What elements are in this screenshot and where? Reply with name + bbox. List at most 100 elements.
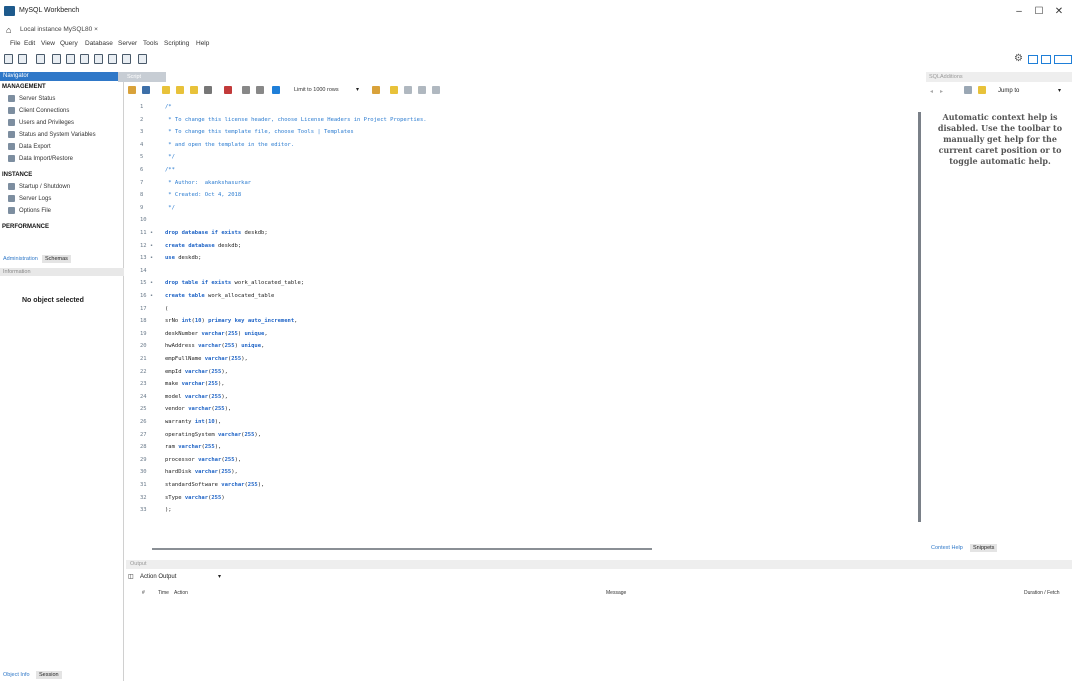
code-line[interactable]: ); — [165, 507, 172, 513]
maximize-button[interactable]: ☐ — [1032, 6, 1046, 18]
code-line[interactable]: warranty int(10), — [165, 419, 221, 425]
code-line[interactable]: hwAddress varchar(255) unique, — [165, 343, 264, 349]
code-line[interactable]: drop table if exists work_allocated_tabl… — [165, 280, 304, 286]
commit-icon[interactable] — [242, 86, 250, 94]
code-line[interactable]: standardSoftware varchar(255), — [165, 482, 264, 488]
code-line[interactable]: model varchar(255), — [165, 394, 228, 400]
gear-icon[interactable]: ⚙ — [1014, 53, 1023, 64]
forward-arrow-icon[interactable]: ▸ — [940, 88, 943, 95]
menu-scripting[interactable]: Scripting — [164, 40, 189, 47]
home-icon[interactable]: ⌂ — [6, 25, 11, 35]
rollback-icon[interactable] — [256, 86, 264, 94]
column-duration[interactable]: Duration / Fetch — [1024, 590, 1060, 596]
minimize-button[interactable]: – — [1012, 6, 1026, 18]
close-button[interactable]: ✕ — [1052, 6, 1066, 18]
column-time[interactable]: Time — [158, 590, 169, 596]
code-line[interactable]: empFullName varchar(255), — [165, 356, 248, 362]
menu-tools[interactable]: Tools — [143, 40, 158, 47]
code-line[interactable]: * Author: akankshasurkar — [165, 180, 251, 186]
wrap-lines-icon[interactable] — [432, 86, 440, 94]
inspect-icon[interactable] — [36, 54, 45, 64]
new-sql-tab-icon[interactable] — [4, 54, 13, 64]
menu-edit[interactable]: Edit — [24, 40, 35, 47]
code-line[interactable]: processor varchar(255), — [165, 457, 241, 463]
explain-icon[interactable] — [190, 86, 198, 94]
code-line[interactable]: create table work_allocated_table — [165, 293, 274, 299]
nav-item-options-file[interactable]: Options File — [8, 207, 51, 214]
menu-file[interactable]: File — [10, 40, 20, 47]
save-icon[interactable] — [142, 86, 150, 94]
create-view-icon[interactable] — [80, 54, 89, 64]
auto-help-icon[interactable] — [978, 86, 986, 94]
find-icon[interactable] — [390, 86, 398, 94]
code-line[interactable]: /* — [165, 104, 172, 110]
limit-dropdown-icon[interactable]: ▾ — [356, 86, 359, 93]
code-line[interactable]: sType varchar(255) — [165, 495, 225, 501]
toggle-output-icon[interactable] — [1041, 55, 1051, 64]
menu-query[interactable]: Query — [60, 40, 78, 47]
code-line[interactable]: deskNumber varchar(255) unique, — [165, 331, 268, 337]
nav-item-data-export[interactable]: Data Export — [8, 143, 51, 150]
code-line[interactable]: use deskdb; — [165, 255, 201, 261]
code-line[interactable]: hardDisk varchar(255), — [165, 469, 238, 475]
toggle-continue-on-error-icon[interactable] — [224, 86, 232, 94]
code-line[interactable]: * and open the template in the editor. — [165, 142, 294, 148]
nav-item-status-variables[interactable]: Status and System Variables — [8, 131, 96, 138]
jump-to-dropdown-icon[interactable]: ▾ — [1058, 87, 1061, 94]
column-message[interactable]: Message — [606, 590, 626, 596]
code-line[interactable]: srNo int(10) primary key auto_increment, — [165, 318, 297, 324]
horizontal-scrollbar[interactable] — [152, 548, 652, 550]
code-line[interactable]: * Created: Oct 4, 2018 — [165, 192, 241, 198]
code-line[interactable]: make varchar(255), — [165, 381, 225, 387]
code-line[interactable]: ram varchar(255), — [165, 444, 221, 450]
create-function-icon[interactable] — [108, 54, 117, 64]
menu-view[interactable]: View — [41, 40, 55, 47]
code-line[interactable]: vendor varchar(255), — [165, 406, 231, 412]
code-line[interactable]: operatingSystem varchar(255), — [165, 432, 261, 438]
code-line[interactable]: /** — [165, 167, 175, 173]
code-line[interactable]: empId varchar(255), — [165, 369, 228, 375]
tab-administration[interactable]: Administration — [0, 255, 41, 263]
limit-rows-select[interactable]: Limit to 1000 rows — [294, 87, 339, 93]
menu-help[interactable]: Help — [196, 40, 209, 47]
output-dropdown-icon[interactable]: ▾ — [218, 573, 221, 580]
action-output-select[interactable]: Action Output — [140, 574, 176, 580]
execute-statement-icon[interactable] — [176, 86, 184, 94]
code-line[interactable]: */ — [165, 154, 175, 160]
menu-server[interactable]: Server — [118, 40, 137, 47]
tab-object-info[interactable]: Object Info — [0, 671, 33, 679]
tab-session[interactable]: Session — [36, 671, 62, 679]
create-procedure-icon[interactable] — [94, 54, 103, 64]
toggle-sidebar-icon[interactable] — [1028, 55, 1038, 64]
tab-snippets[interactable]: Snippets — [970, 544, 998, 552]
nav-item-startup-shutdown[interactable]: Startup / Shutdown — [8, 183, 70, 190]
reconnect-icon[interactable] — [138, 54, 147, 64]
search-table-data-icon[interactable] — [122, 54, 131, 64]
back-arrow-icon[interactable]: ◂ — [930, 88, 933, 95]
vertical-scrollbar[interactable] — [918, 112, 921, 522]
open-file-icon[interactable] — [128, 86, 136, 94]
menu-database[interactable]: Database — [85, 40, 113, 47]
code-line[interactable]: */ — [165, 205, 175, 211]
invisible-chars-icon[interactable] — [418, 86, 426, 94]
script-tab[interactable]: Script — [118, 72, 166, 82]
search-icon[interactable] — [404, 86, 412, 94]
tab-context-help[interactable]: Context Help — [928, 544, 966, 552]
create-schema-icon[interactable] — [52, 54, 61, 64]
column-number[interactable]: # — [142, 590, 145, 596]
code-line[interactable]: * To change this license header, choose … — [165, 117, 426, 123]
nav-item-data-import[interactable]: Data Import/Restore — [8, 155, 73, 162]
code-line[interactable]: create database deskdb; — [165, 243, 241, 249]
beautify-icon[interactable] — [372, 86, 380, 94]
open-sql-script-icon[interactable] — [18, 54, 27, 64]
create-table-icon[interactable] — [66, 54, 75, 64]
execute-icon[interactable] — [162, 86, 170, 94]
code-line[interactable]: * To change this template file, choose T… — [165, 129, 353, 135]
autocommit-icon[interactable] — [272, 86, 280, 94]
nav-item-client-connections[interactable]: Client Connections — [8, 107, 69, 114]
toggle-secondary-sidebar-icon[interactable] — [1054, 55, 1072, 64]
jump-to-select[interactable]: Jump to — [998, 88, 1019, 94]
tab-schemas[interactable]: Schemas — [42, 255, 71, 263]
column-action[interactable]: Action — [174, 590, 188, 596]
nav-item-users-privileges[interactable]: Users and Privileges — [8, 119, 74, 126]
